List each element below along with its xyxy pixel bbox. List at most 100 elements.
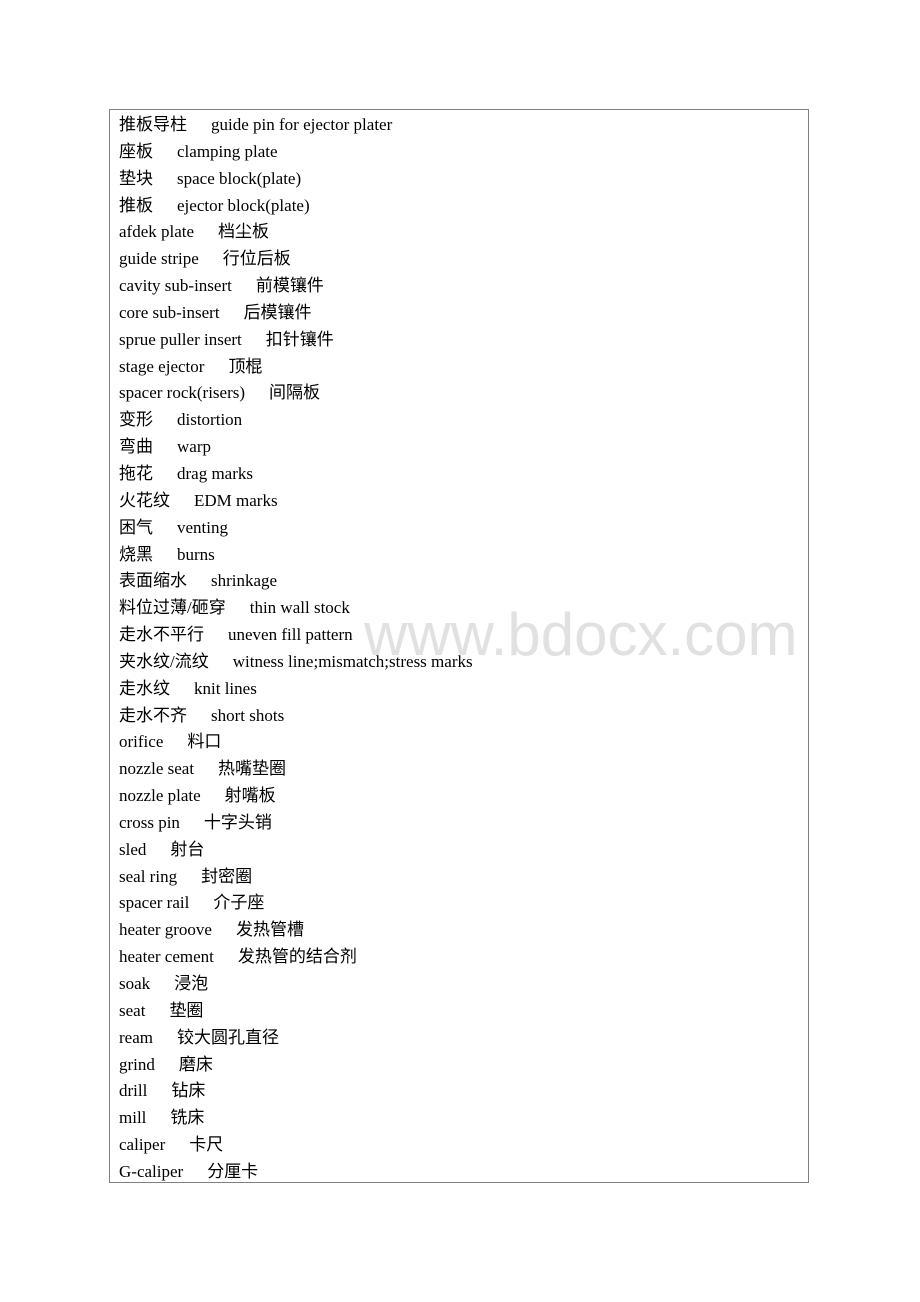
glossary-term: spacer rock(risers) [119,383,246,403]
glossary-row: 困气 venting [119,515,808,542]
glossary-translation: 钻床 [171,1081,206,1101]
glossary-term: 变形 [119,410,153,430]
glossary-row: ream 铰大圆孔直径 [119,1025,808,1052]
glossary-term: 走水不齐 [119,705,187,725]
glossary-translation: 间隔板 [269,383,321,403]
glossary-row: stage ejector 顶棍 [119,354,808,381]
glossary-translation: burns [177,544,215,564]
glossary-term: 弯曲 [119,437,153,457]
glossary-term: afdek plate [119,222,195,242]
glossary-row: 推板 ejector block(plate) [119,193,808,220]
glossary-term: 困气 [119,517,153,537]
glossary-term: spacer rail [119,893,190,913]
glossary-row: spacer rock(risers) 间隔板 [119,380,808,407]
glossary-term: G-caliper [119,1161,184,1181]
glossary-translation: 垫圈 [169,1000,204,1020]
glossary-term: 垫块 [119,168,153,188]
glossary-translation: 档尘板 [218,222,270,242]
glossary-term: 夹水纹/流纹 [119,651,209,671]
glossary-row: nozzle plate 射嘴板 [119,783,808,810]
glossary-row: 表面缩水 shrinkage [119,568,808,595]
glossary-translation: ejector block(plate) [177,195,310,215]
glossary-row: 垫块 space block(plate) [119,166,808,193]
glossary-term: drill [119,1081,148,1101]
glossary-translation: guide pin for ejector plater [211,115,393,134]
glossary-translation: 扣针镶件 [265,329,334,349]
glossary-row: core sub-insert 后模镶件 [119,300,808,327]
glossary-row: drill 钻床 [119,1078,808,1105]
glossary-translation: 后模镶件 [243,302,312,322]
glossary-term: 推板导柱 [119,115,187,134]
glossary-rows: 推板导柱 guide pin for ejector plater 座板 clampi… [119,112,808,1186]
glossary-row: cross pin 十字头销 [119,810,808,837]
glossary-term: sled [119,839,147,859]
glossary-translation: thin wall stock [249,598,350,618]
glossary-term: orifice [119,732,164,752]
glossary-row: sled 射台 [119,837,808,864]
glossary-translation: EDM marks [194,490,278,510]
glossary-row: soak 浸泡 [119,971,808,998]
glossary-term: mill [119,1108,147,1128]
glossary-row: 拖花 drag marks [119,461,808,488]
glossary-row: orifice 料口 [119,729,808,756]
glossary-term: sprue puller insert [119,329,242,349]
glossary-term: 火花纹 [119,490,170,510]
glossary-term: grind [119,1054,155,1074]
glossary-translation: 发热管的结合剂 [237,947,357,967]
glossary-term: 表面缩水 [119,571,187,591]
glossary-translation: 料口 [187,732,222,752]
document-page: 推板导柱 guide pin for ejector plater 座板 clampi… [0,0,920,1302]
glossary-row: seat 垫圈 [119,998,808,1025]
glossary-row: cavity sub-insert 前模镶件 [119,273,808,300]
glossary-term: 拖花 [119,463,153,483]
glossary-translation: space block(plate) [177,168,302,188]
glossary-term: 走水纹 [119,678,170,698]
glossary-translation: 热嘴垫圈 [218,759,287,779]
glossary-row: 夹水纹/流纹 witness line;mismatch;stress marks [119,649,808,676]
glossary-term: caliper [119,1135,166,1155]
glossary-translation: 铰大圆孔直径 [176,1027,279,1047]
glossary-translation: 射嘴板 [224,786,276,806]
glossary-term: seal ring [119,866,178,886]
glossary-row: grind 磨床 [119,1052,808,1079]
glossary-term: 走水不平行 [119,625,204,645]
glossary-translation: shrinkage [211,571,278,591]
glossary-translation: 分厘卡 [207,1161,259,1181]
glossary-translation: 行位后板 [222,249,291,269]
glossary-term: 推板 [119,195,153,215]
glossary-term: seat [119,1000,146,1020]
glossary-row: 弯曲 warp [119,434,808,461]
glossary-translation: 顶棍 [228,356,263,376]
glossary-translation: venting [177,517,228,537]
glossary-row: guide stripe 行位后板 [119,246,808,273]
glossary-row: 座板 clamping plate [119,139,808,166]
glossary-translation: 射台 [170,839,205,859]
glossary-term: nozzle plate [119,786,201,806]
glossary-term: nozzle seat [119,759,195,779]
glossary-translation: 卡尺 [189,1135,224,1155]
glossary-row: nozzle seat 热嘴垫圈 [119,756,808,783]
glossary-term: soak [119,974,151,993]
glossary-row: caliper 卡尺 [119,1132,808,1159]
glossary-translation: 发热管槽 [235,920,304,940]
glossary-row: 烧黑 burns [119,542,808,569]
glossary-translation: uneven fill pattern [228,625,353,645]
glossary-translation: warp [177,437,211,457]
glossary-translation: 封密圈 [201,866,253,886]
glossary-row: spacer rail 介子座 [119,890,808,917]
glossary-translation: 前模镶件 [255,276,324,296]
glossary-term: core sub-insert [119,302,220,322]
glossary-row: 火花纹 EDM marks [119,488,808,515]
glossary-term: ream [119,1027,153,1047]
glossary-term: heater groove [119,920,212,940]
glossary-term: 座板 [119,141,153,161]
glossary-row: 推板导柱 guide pin for ejector plater [119,112,808,139]
glossary-row: 走水不齐 short shots [119,703,808,730]
glossary-translation: clamping plate [177,141,278,161]
glossary-row: sprue puller insert 扣针镶件 [119,327,808,354]
glossary-row: mill 铣床 [119,1105,808,1132]
glossary-term: guide stripe [119,249,199,269]
glossary-row: heater cement 发热管的结合剂 [119,944,808,971]
glossary-translation: 十字头销 [203,812,272,832]
glossary-translation: drag marks [177,463,254,483]
